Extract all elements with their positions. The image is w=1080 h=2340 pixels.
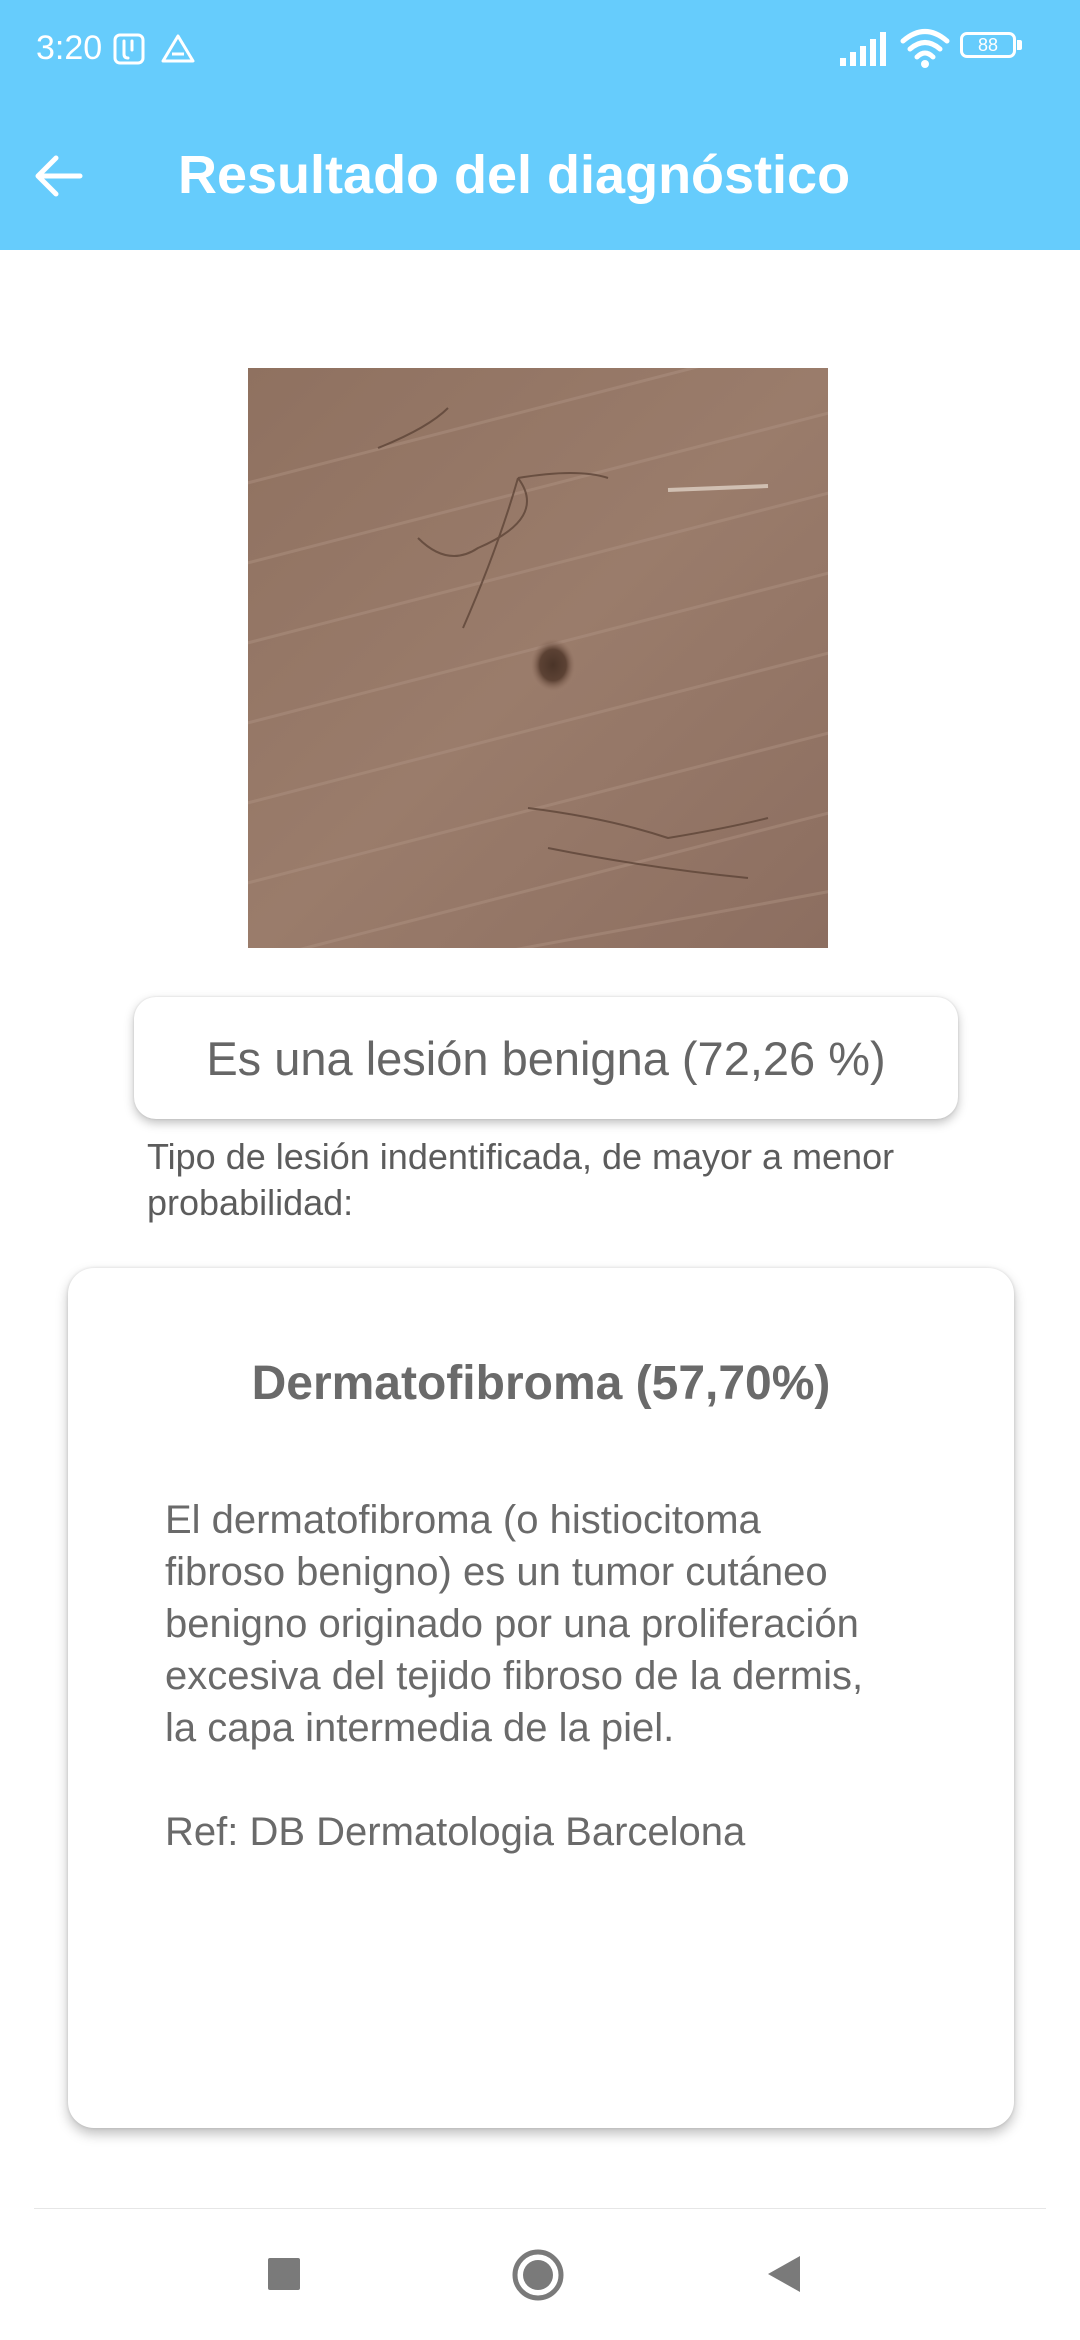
lesion-types-label: Tipo de lesión indentificada, de mayor a… — [147, 1136, 895, 1223]
battery-icon: 88 — [960, 32, 1024, 62]
status-bar: 3:20 88 — [0, 0, 1080, 96]
battery-level: 88 — [977, 35, 999, 55]
recents-square-icon[interactable] — [266, 2256, 302, 2292]
arrow-back-icon[interactable] — [28, 146, 88, 206]
nav-divider — [34, 2208, 1046, 2209]
diagnosis-summary: Es una lesión benigna (72,26 %) — [134, 997, 958, 1119]
back-triangle-icon[interactable] — [764, 2254, 804, 2294]
lesion-type-title: Dermatofibroma (57,70%) — [251, 1357, 831, 1410]
page-title: Resultado del diagnóstico — [178, 145, 851, 205]
lesion-type-card: Dermatofibroma (57,70%) El dermatofibrom… — [68, 1268, 1014, 2128]
signal-icon — [840, 32, 886, 66]
drive-icon — [161, 34, 195, 63]
lesion-photo — [248, 368, 828, 948]
lesion-type-reference: Ref: DB Dermatologia Barcelona — [165, 1810, 746, 1854]
status-time: 3:20 — [36, 29, 103, 67]
lesion-type-description: El dermatofibroma (o histiocitoma fibros… — [165, 1498, 864, 1750]
app-header: 3:20 88 Resultado del diagnóstico — [0, 0, 1080, 250]
notification-app-icon — [113, 33, 145, 65]
home-circle-icon[interactable] — [511, 2248, 565, 2302]
wifi-icon — [900, 29, 950, 68]
